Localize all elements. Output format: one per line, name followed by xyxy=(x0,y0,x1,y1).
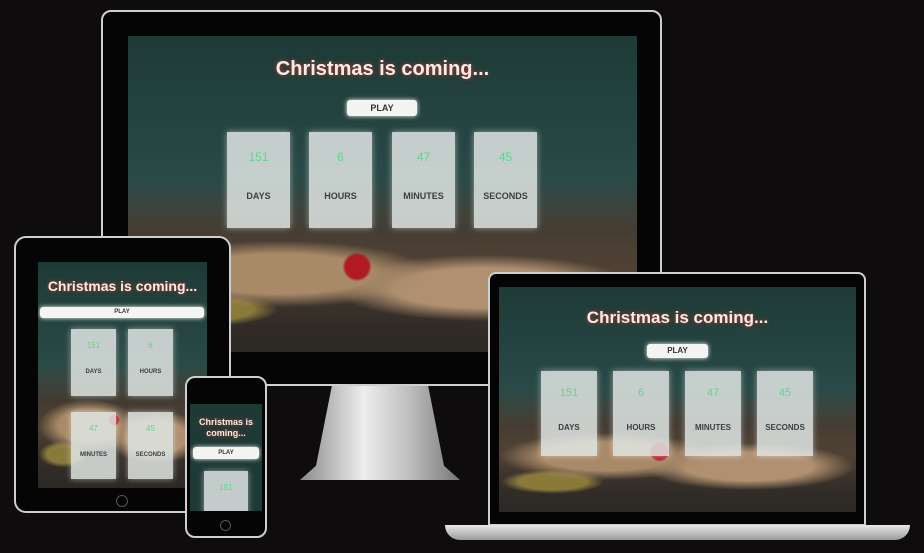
play-button[interactable]: PLAY xyxy=(193,447,259,459)
countdown-hours: 6 HOURS xyxy=(309,132,372,228)
countdown-value: 47 xyxy=(416,150,431,164)
countdown-label: DAYS xyxy=(558,423,580,432)
countdown-label: MINUTES xyxy=(80,452,107,458)
play-button[interactable]: PLAY xyxy=(347,100,417,116)
countdown-days: 151 DAYS xyxy=(71,329,116,396)
play-button[interactable]: PLAY xyxy=(647,344,708,358)
countdown-value: 47 xyxy=(706,387,720,399)
countdown-seconds: 45 SECONDS xyxy=(474,132,537,228)
countdown-value: 151 xyxy=(219,483,233,492)
countdown-seconds: 45 SECONDS xyxy=(757,371,813,456)
tablet-home-button xyxy=(116,495,128,507)
phone-home-button xyxy=(220,520,231,531)
countdown-label: HOURS xyxy=(324,191,357,201)
countdown-minutes: 47 MINUTES xyxy=(71,412,116,479)
countdown-value: 151 xyxy=(248,150,269,164)
laptop-screen: Christmas is coming... PLAY 151 DAYS 6 HOU… xyxy=(499,287,856,512)
countdown-value: 6 xyxy=(637,387,645,399)
countdown-value: 45 xyxy=(146,424,155,433)
countdown-value: 45 xyxy=(778,387,792,399)
page-title: Christmas is coming... xyxy=(198,417,254,438)
play-button[interactable]: PLAY xyxy=(40,307,204,318)
countdown-label: SECONDS xyxy=(765,423,805,432)
countdown-seconds: 45 SECONDS xyxy=(128,412,173,479)
countdown-label: HOURS xyxy=(626,423,656,432)
countdown-hours: 6 HOURS xyxy=(613,371,669,456)
countdown-label: DAYS xyxy=(85,369,102,375)
countdown-days: 151 xyxy=(204,471,248,511)
countdown-value: 6 xyxy=(337,150,344,164)
countdown-minutes: 47 MINUTES xyxy=(685,371,741,456)
countdown-value: 6 xyxy=(148,341,153,350)
countdown-label: MINUTES xyxy=(403,191,444,201)
countdown-label: SECONDS xyxy=(135,452,166,458)
countdown-label: SECONDS xyxy=(483,191,528,201)
laptop-base xyxy=(445,525,910,540)
countdown-hours: 6 HOURS xyxy=(128,329,173,396)
page-title: Christmas is coming... xyxy=(586,308,769,327)
countdown-label: HOURS xyxy=(139,369,162,375)
page-title: Christmas is coming... xyxy=(47,278,198,294)
countdown-minutes: 47 MINUTES xyxy=(392,132,455,228)
phone-screen: Christmas is coming... PLAY 151 xyxy=(190,404,262,511)
page-title: Christmas is coming... xyxy=(275,58,490,80)
countdown-label: DAYS xyxy=(246,191,271,201)
countdown-value: 151 xyxy=(559,387,579,399)
countdown-value: 47 xyxy=(89,424,98,433)
countdown-label: MINUTES xyxy=(695,423,731,432)
countdown-value: 45 xyxy=(498,150,513,164)
countdown-value: 151 xyxy=(86,341,101,350)
monitor-stand xyxy=(300,385,460,480)
tablet-screen: Christmas is coming... PLAY 151 DAYS 6 HOU… xyxy=(38,262,207,488)
countdown-days: 151 DAYS xyxy=(541,371,597,456)
countdown-days: 151 DAYS xyxy=(227,132,290,228)
